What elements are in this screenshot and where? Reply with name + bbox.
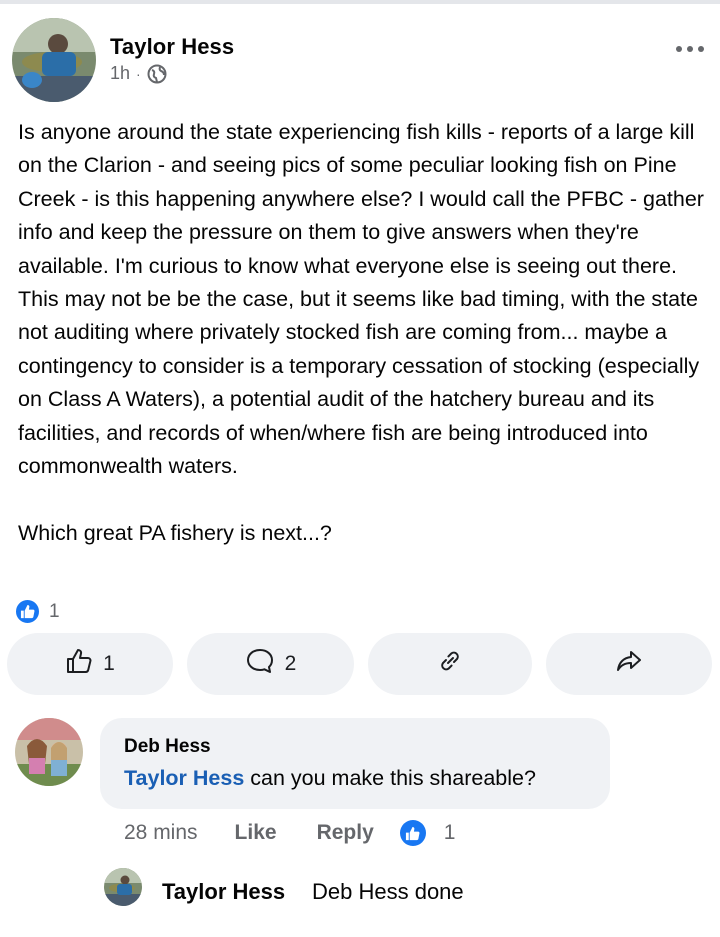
post-time[interactable]: 1h: [110, 63, 130, 84]
reply-text: Deb Hess done: [312, 879, 464, 904]
comment-body: can you make this shareable?: [244, 766, 536, 790]
comment-time[interactable]: 28 mins: [124, 821, 198, 845]
comment-author-name[interactable]: Deb Hess: [124, 736, 211, 758]
post-body-text: Is anyone around the state experiencing …: [18, 120, 704, 545]
more-options-icon[interactable]: [675, 42, 705, 56]
comment-mention[interactable]: Taylor Hess: [124, 766, 244, 790]
post-actions: 1 2: [0, 633, 720, 695]
comment-count: 2: [284, 652, 297, 675]
comment-bubble: Deb Hess Taylor Hess can you make this s…: [100, 718, 610, 809]
comment-text: Taylor Hess can you make this shareable?: [124, 766, 536, 791]
author-avatar[interactable]: [12, 18, 96, 102]
comment-like-button[interactable]: Like: [235, 821, 277, 845]
comment-reaction-count: 1: [443, 821, 456, 844]
post-author-name[interactable]: Taylor Hess: [110, 34, 234, 60]
meta-separator: ·: [136, 65, 141, 82]
post-header: Taylor Hess 1h ·: [0, 4, 720, 104]
share-button[interactable]: [546, 633, 712, 695]
comment-like-reaction-icon: [399, 820, 426, 846]
link-icon: [436, 647, 464, 681]
post-reaction-summary[interactable]: 1: [14, 598, 60, 625]
comment-reply-button[interactable]: Reply: [317, 821, 374, 845]
comment-meta: 28 mins Like Reply 1: [124, 820, 455, 846]
reply: Taylor Hess Deb Hess done: [0, 864, 720, 920]
share-icon: [615, 647, 643, 681]
post-meta: 1h ·: [110, 63, 167, 84]
globe-icon: [147, 64, 167, 84]
commenter-avatar[interactable]: [15, 718, 83, 786]
like-button[interactable]: 1: [7, 633, 173, 695]
post-reaction-count: 1: [49, 600, 60, 622]
thumbs-up-icon: [65, 647, 93, 681]
reply-author-name[interactable]: Taylor Hess: [162, 879, 285, 905]
copy-link-button[interactable]: [368, 633, 532, 695]
comment-button[interactable]: 2: [187, 633, 354, 695]
comment-icon: [245, 647, 275, 681]
like-count: 1: [103, 652, 115, 675]
replier-avatar[interactable]: [104, 868, 142, 906]
like-reaction-icon: [14, 598, 41, 625]
